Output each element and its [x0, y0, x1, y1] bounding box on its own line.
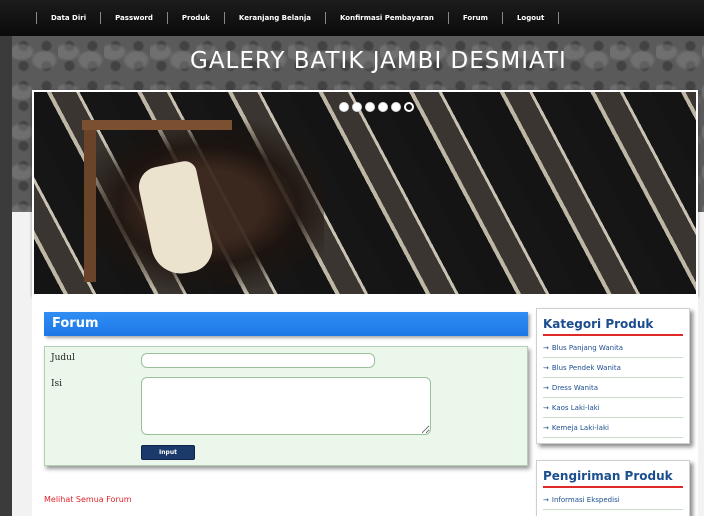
arrow-right-icon: → [543, 363, 549, 372]
category-link-kaos-laki-laki[interactable]: Kaos Laki-laki [552, 404, 600, 412]
slider-pagination [339, 102, 414, 112]
nav-forum[interactable]: Forum [449, 14, 502, 22]
category-link-blus-panjang-wanita[interactable]: Blus Panjang Wanita [552, 344, 623, 352]
shipping-item: → Informasi Ekspedisi [543, 490, 683, 510]
nav-keranjang-belanja[interactable]: Keranjang Belanja [225, 14, 325, 22]
slider-dot-3[interactable] [365, 102, 375, 112]
arrow-right-icon: → [543, 343, 549, 352]
judul-input[interactable] [141, 353, 375, 368]
banner-image-loom [84, 122, 96, 282]
nav-produk[interactable]: Produk [168, 14, 224, 22]
nav-logout[interactable]: Logout [503, 14, 558, 22]
category-item: → Blus Panjang Wanita [543, 338, 683, 358]
category-link-blus-pendek-wanita[interactable]: Blus Pendek Wanita [552, 364, 621, 372]
category-item: → Kemeja Laki-laki [543, 418, 683, 438]
shipping-title: Pengiriman Produk [543, 469, 683, 488]
category-item: → Dress Wanita [543, 378, 683, 398]
forum-form: Judul Isi Input [44, 346, 528, 466]
category-sidebar-box: Kategori Produk → Blus Panjang Wanita → Bl… [536, 308, 690, 444]
slider-dot-4[interactable] [378, 102, 388, 112]
shipping-sidebar-box: Pengiriman Produk → Informasi Ekspedisi [536, 460, 690, 516]
forum-header-bar: Forum [44, 312, 528, 336]
arrow-right-icon: → [543, 383, 549, 392]
input-submit-button[interactable]: Input [141, 445, 195, 460]
page-left-strip [0, 36, 12, 516]
slider-dot-2[interactable] [352, 102, 362, 112]
isi-label: Isi [51, 379, 63, 389]
judul-label: Judul [51, 353, 75, 363]
nav-konfirmasi-pembayaran[interactable]: Konfirmasi Pembayaran [326, 14, 448, 22]
view-all-forum-link[interactable]: Melihat Semua Forum [44, 495, 132, 504]
banner-image-loom-bar [82, 120, 232, 130]
category-link-kemeja-laki-laki[interactable]: Kemeja Laki-laki [552, 424, 609, 432]
arrow-right-icon: → [543, 403, 549, 412]
arrow-right-icon: → [543, 423, 549, 432]
category-link-dress-wanita[interactable]: Dress Wanita [552, 384, 598, 392]
site-title: GALERY BATIK JAMBI DESMIATI [190, 48, 567, 74]
nav-password[interactable]: Password [101, 14, 167, 22]
category-title: Kategori Produk [543, 317, 683, 336]
hero-banner-slider [32, 90, 698, 296]
slider-dot-6-active[interactable] [404, 102, 414, 112]
forum-heading: Forum [52, 316, 99, 331]
shipping-link-informasi-ekspedisi[interactable]: Informasi Ekspedisi [552, 496, 620, 504]
category-item: → Blus Pendek Wanita [543, 358, 683, 378]
isi-textarea[interactable] [141, 377, 431, 435]
nav-separator [558, 12, 560, 24]
slider-dot-5[interactable] [391, 102, 401, 112]
top-navigation: Data Diri Password Produk Keranjang Bela… [0, 0, 704, 36]
arrow-right-icon: → [543, 495, 549, 504]
nav-data-diri[interactable]: Data Diri [37, 14, 100, 22]
slider-dot-1[interactable] [339, 102, 349, 112]
category-item: → Kaos Laki-laki [543, 398, 683, 418]
